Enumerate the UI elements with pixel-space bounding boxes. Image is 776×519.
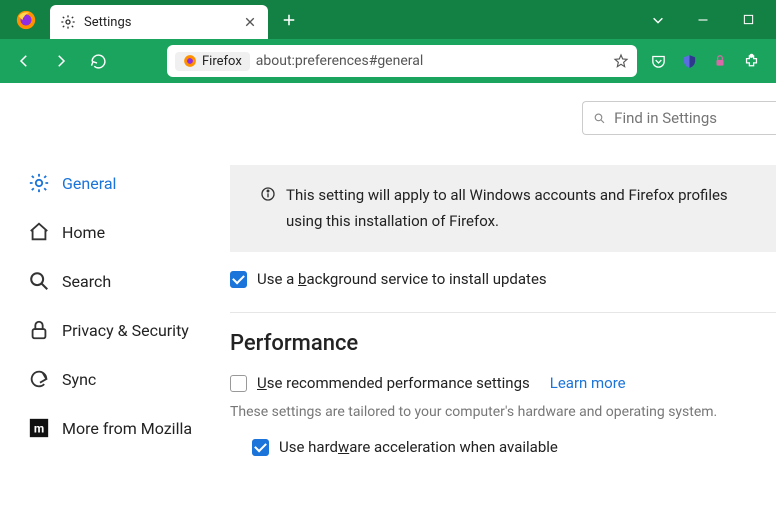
svg-text:m: m [34, 422, 44, 436]
performance-heading: Performance [230, 331, 776, 356]
urlbar-identity: Firefox [175, 52, 250, 71]
gear-icon [60, 14, 76, 30]
info-icon [260, 186, 276, 202]
hw-accel-checkbox[interactable] [252, 439, 269, 456]
shield-icon[interactable] [680, 52, 698, 70]
minimize-button[interactable] [695, 12, 711, 28]
lock-icon [28, 319, 50, 341]
sidebar-item-label: Sync [62, 370, 96, 389]
recommended-checkbox[interactable] [230, 375, 247, 392]
info-banner-text: This setting will apply to all Windows a… [286, 183, 752, 234]
close-icon[interactable] [242, 14, 258, 30]
lock-icon[interactable] [711, 52, 729, 70]
sidebar-item-sync[interactable]: Sync [28, 359, 230, 399]
recommended-label: Use recommended performance settings [257, 374, 530, 392]
bg-service-row: Use a background service to install upda… [230, 270, 776, 288]
sidebar-item-label: More from Mozilla [62, 419, 192, 438]
home-icon [28, 221, 50, 243]
divider [230, 312, 776, 313]
performance-help-text: These settings are tailored to your comp… [230, 404, 776, 420]
bookmark-star-icon[interactable] [613, 53, 629, 69]
sidebar-item-label: Privacy & Security [62, 321, 189, 340]
sidebar-item-general[interactable]: General [28, 163, 230, 203]
title-bar: Settings [0, 0, 776, 39]
tab-title: Settings [84, 15, 234, 30]
sidebar-item-search[interactable]: Search [28, 261, 230, 301]
bg-service-label: Use a background service to install upda… [257, 270, 547, 288]
forward-button[interactable] [45, 45, 77, 77]
search-icon [28, 270, 50, 292]
sidebar-item-label: Search [62, 272, 111, 291]
sidebar-item-home[interactable]: Home [28, 212, 230, 252]
bg-service-checkbox[interactable] [230, 271, 247, 288]
urlbar-identity-label: Firefox [202, 54, 242, 69]
urlbar-address: about:preferences#general [256, 53, 607, 69]
main-panel: This setting will apply to all Windows a… [230, 83, 776, 519]
mozilla-icon: m [28, 417, 50, 439]
new-tab-button[interactable] [274, 5, 304, 35]
search-icon [593, 111, 606, 126]
sidebar-item-more[interactable]: m More from Mozilla [28, 408, 230, 448]
maximize-button[interactable] [740, 12, 756, 28]
hw-accel-label: Use hardware acceleration when available [279, 438, 558, 456]
search-settings-input[interactable] [614, 109, 766, 127]
url-bar[interactable]: Firefox about:preferences#general [167, 45, 637, 77]
search-settings[interactable] [582, 101, 776, 135]
sidebar-item-privacy[interactable]: Privacy & Security [28, 310, 230, 350]
gear-icon [28, 172, 50, 194]
sidebar-item-label: Home [62, 223, 105, 242]
tab-settings[interactable]: Settings [50, 5, 268, 39]
hw-accel-row: Use hardware acceleration when available [252, 438, 776, 456]
pocket-icon[interactable] [649, 52, 667, 70]
window-controls [650, 12, 776, 28]
chevron-down-icon[interactable] [650, 12, 666, 28]
sidebar: General Home Search Privacy & Security S… [0, 83, 230, 519]
recommended-row: Use recommended performance settings Lea… [230, 374, 776, 392]
info-banner: This setting will apply to all Windows a… [230, 165, 776, 252]
reload-button[interactable] [82, 45, 114, 77]
content: General Home Search Privacy & Security S… [0, 83, 776, 519]
toolbar: Firefox about:preferences#general [0, 39, 776, 83]
back-button[interactable] [8, 45, 40, 77]
sync-icon [28, 368, 50, 390]
firefox-logo-icon [15, 9, 37, 31]
sidebar-item-label: General [62, 174, 116, 193]
extensions-icon[interactable] [742, 52, 760, 70]
learn-more-link[interactable]: Learn more [550, 374, 626, 392]
